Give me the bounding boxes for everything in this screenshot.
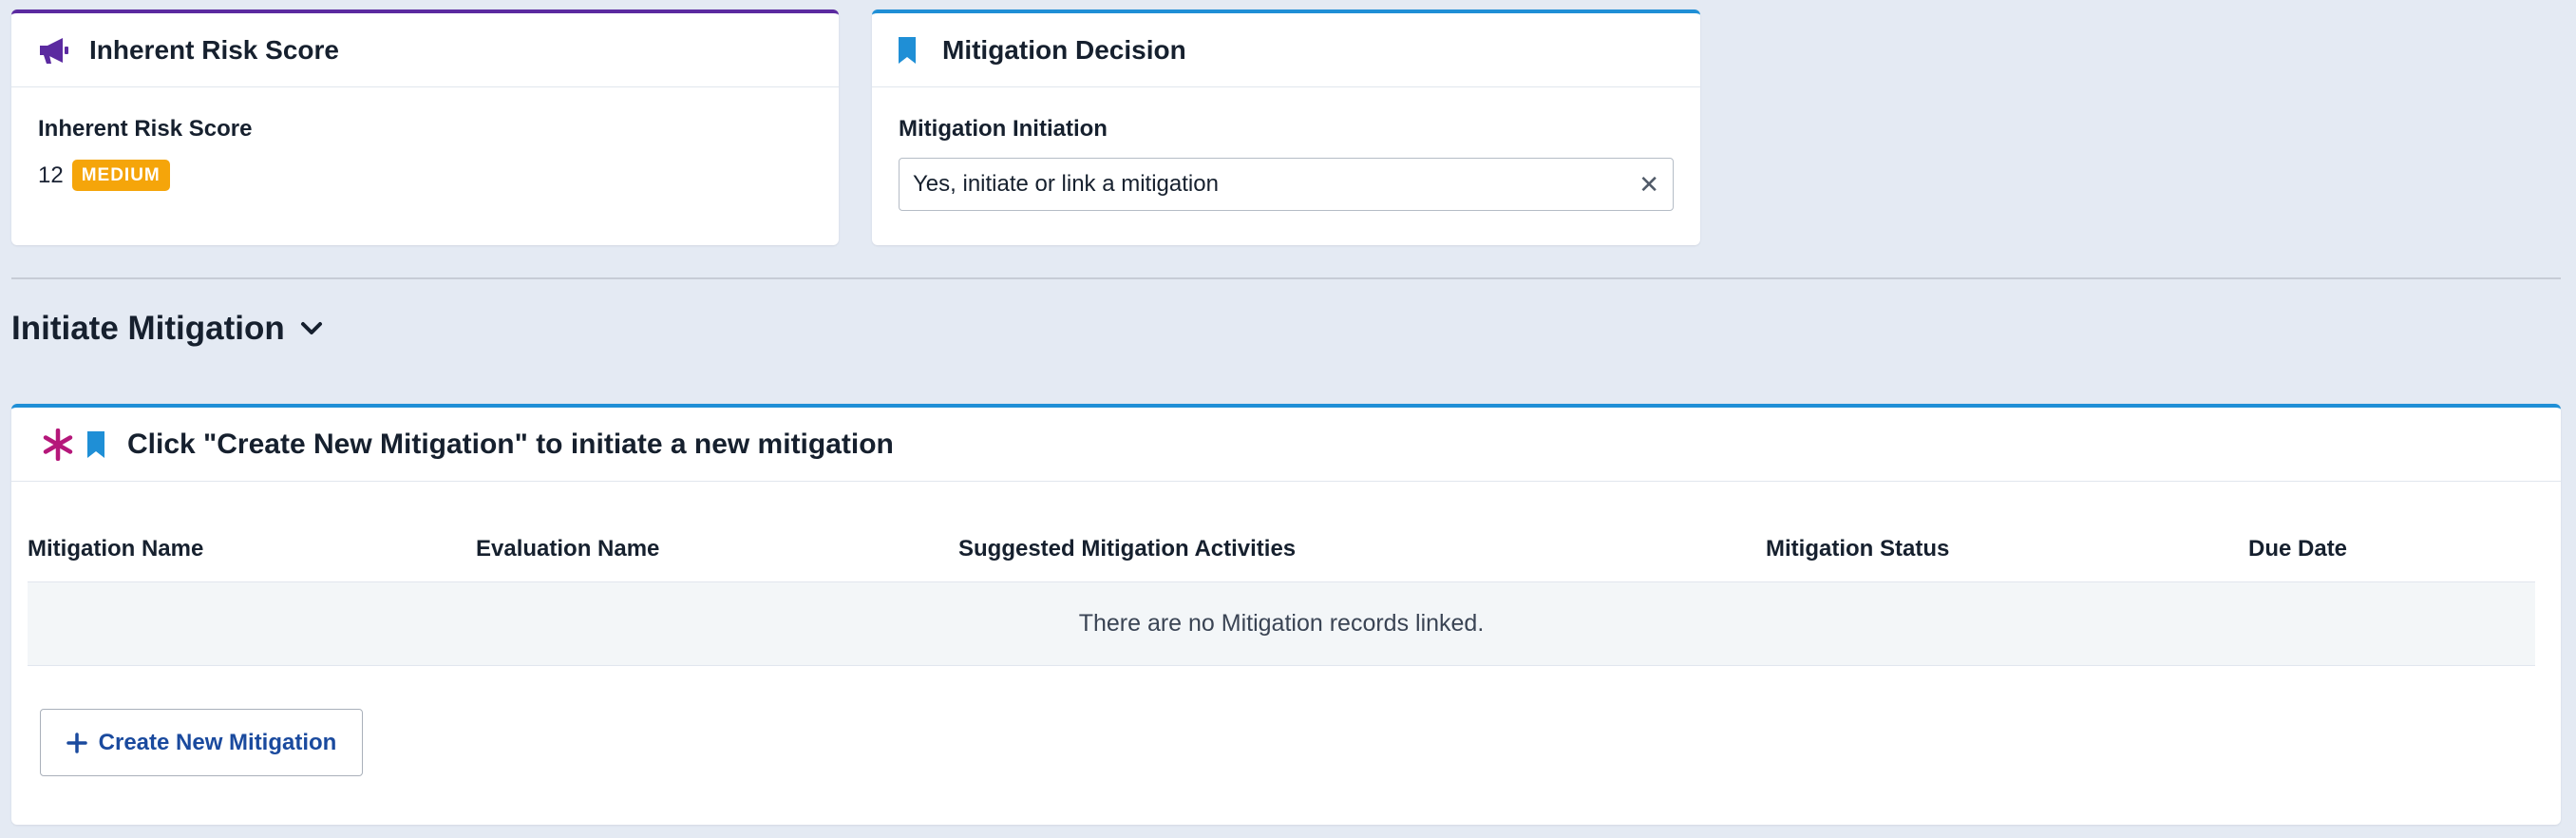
column-header-evaluation-name[interactable]: Evaluation Name	[476, 517, 958, 582]
mitigation-list-card-title: Click "Create New Mitigation" to initiat…	[127, 428, 894, 460]
mitigation-decision-card: Mitigation Decision Mitigation Initiatio…	[872, 10, 1700, 245]
mitigation-initiation-select[interactable]: Yes, initiate or link a mitigation ✕	[899, 158, 1674, 211]
clear-selection-icon[interactable]: ✕	[1638, 170, 1659, 200]
table-empty-row: There are no Mitigation records linked.	[28, 581, 2535, 666]
risk-score-label: Inherent Risk Score	[38, 116, 253, 142]
column-header-mitigation-name[interactable]: Mitigation Name	[28, 517, 476, 582]
risk-score-row: 12 MEDIUM	[38, 160, 170, 191]
plus-icon	[66, 732, 87, 753]
table-header-row: Mitigation Name Evaluation Name Suggeste…	[28, 517, 2535, 582]
mitigation-decision-card-header: Mitigation Decision	[872, 13, 1700, 87]
section-title: Initiate Mitigation	[11, 310, 285, 347]
risk-score-value: 12	[38, 162, 64, 188]
create-new-mitigation-button[interactable]: Create New Mitigation	[40, 709, 363, 776]
empty-message: There are no Mitigation records linked.	[28, 581, 2535, 666]
mitigation-initiation-label: Mitigation Initiation	[899, 116, 1108, 142]
initiate-mitigation-toggle[interactable]: Initiate Mitigation	[11, 310, 323, 348]
create-new-mitigation-label: Create New Mitigation	[98, 729, 337, 755]
chevron-down-icon	[300, 321, 323, 336]
inherent-risk-card-header: Inherent Risk Score	[11, 13, 839, 87]
inherent-risk-card: Inherent Risk Score Inherent Risk Score …	[11, 10, 839, 245]
risk-level-badge: MEDIUM	[71, 160, 170, 191]
mitigation-list-card-header: Click "Create New Mitigation" to initiat…	[11, 408, 2561, 482]
section-divider	[11, 277, 2561, 279]
column-header-due-date[interactable]: Due Date	[2248, 517, 2535, 582]
inherent-risk-card-title: Inherent Risk Score	[89, 34, 339, 65]
mitigation-table: Mitigation Name Evaluation Name Suggeste…	[28, 517, 2535, 666]
bookmark-icon	[85, 429, 106, 460]
mitigation-initiation-selected-value: Yes, initiate or link a mitigation	[913, 171, 1219, 197]
column-header-mitigation-status[interactable]: Mitigation Status	[1766, 517, 2248, 582]
bookmark-icon	[897, 35, 918, 66]
mitigation-decision-card-title: Mitigation Decision	[942, 34, 1186, 65]
megaphone-icon	[36, 35, 70, 66]
column-header-suggested-activities[interactable]: Suggested Mitigation Activities	[958, 517, 1766, 582]
required-asterisk-icon	[42, 428, 74, 461]
